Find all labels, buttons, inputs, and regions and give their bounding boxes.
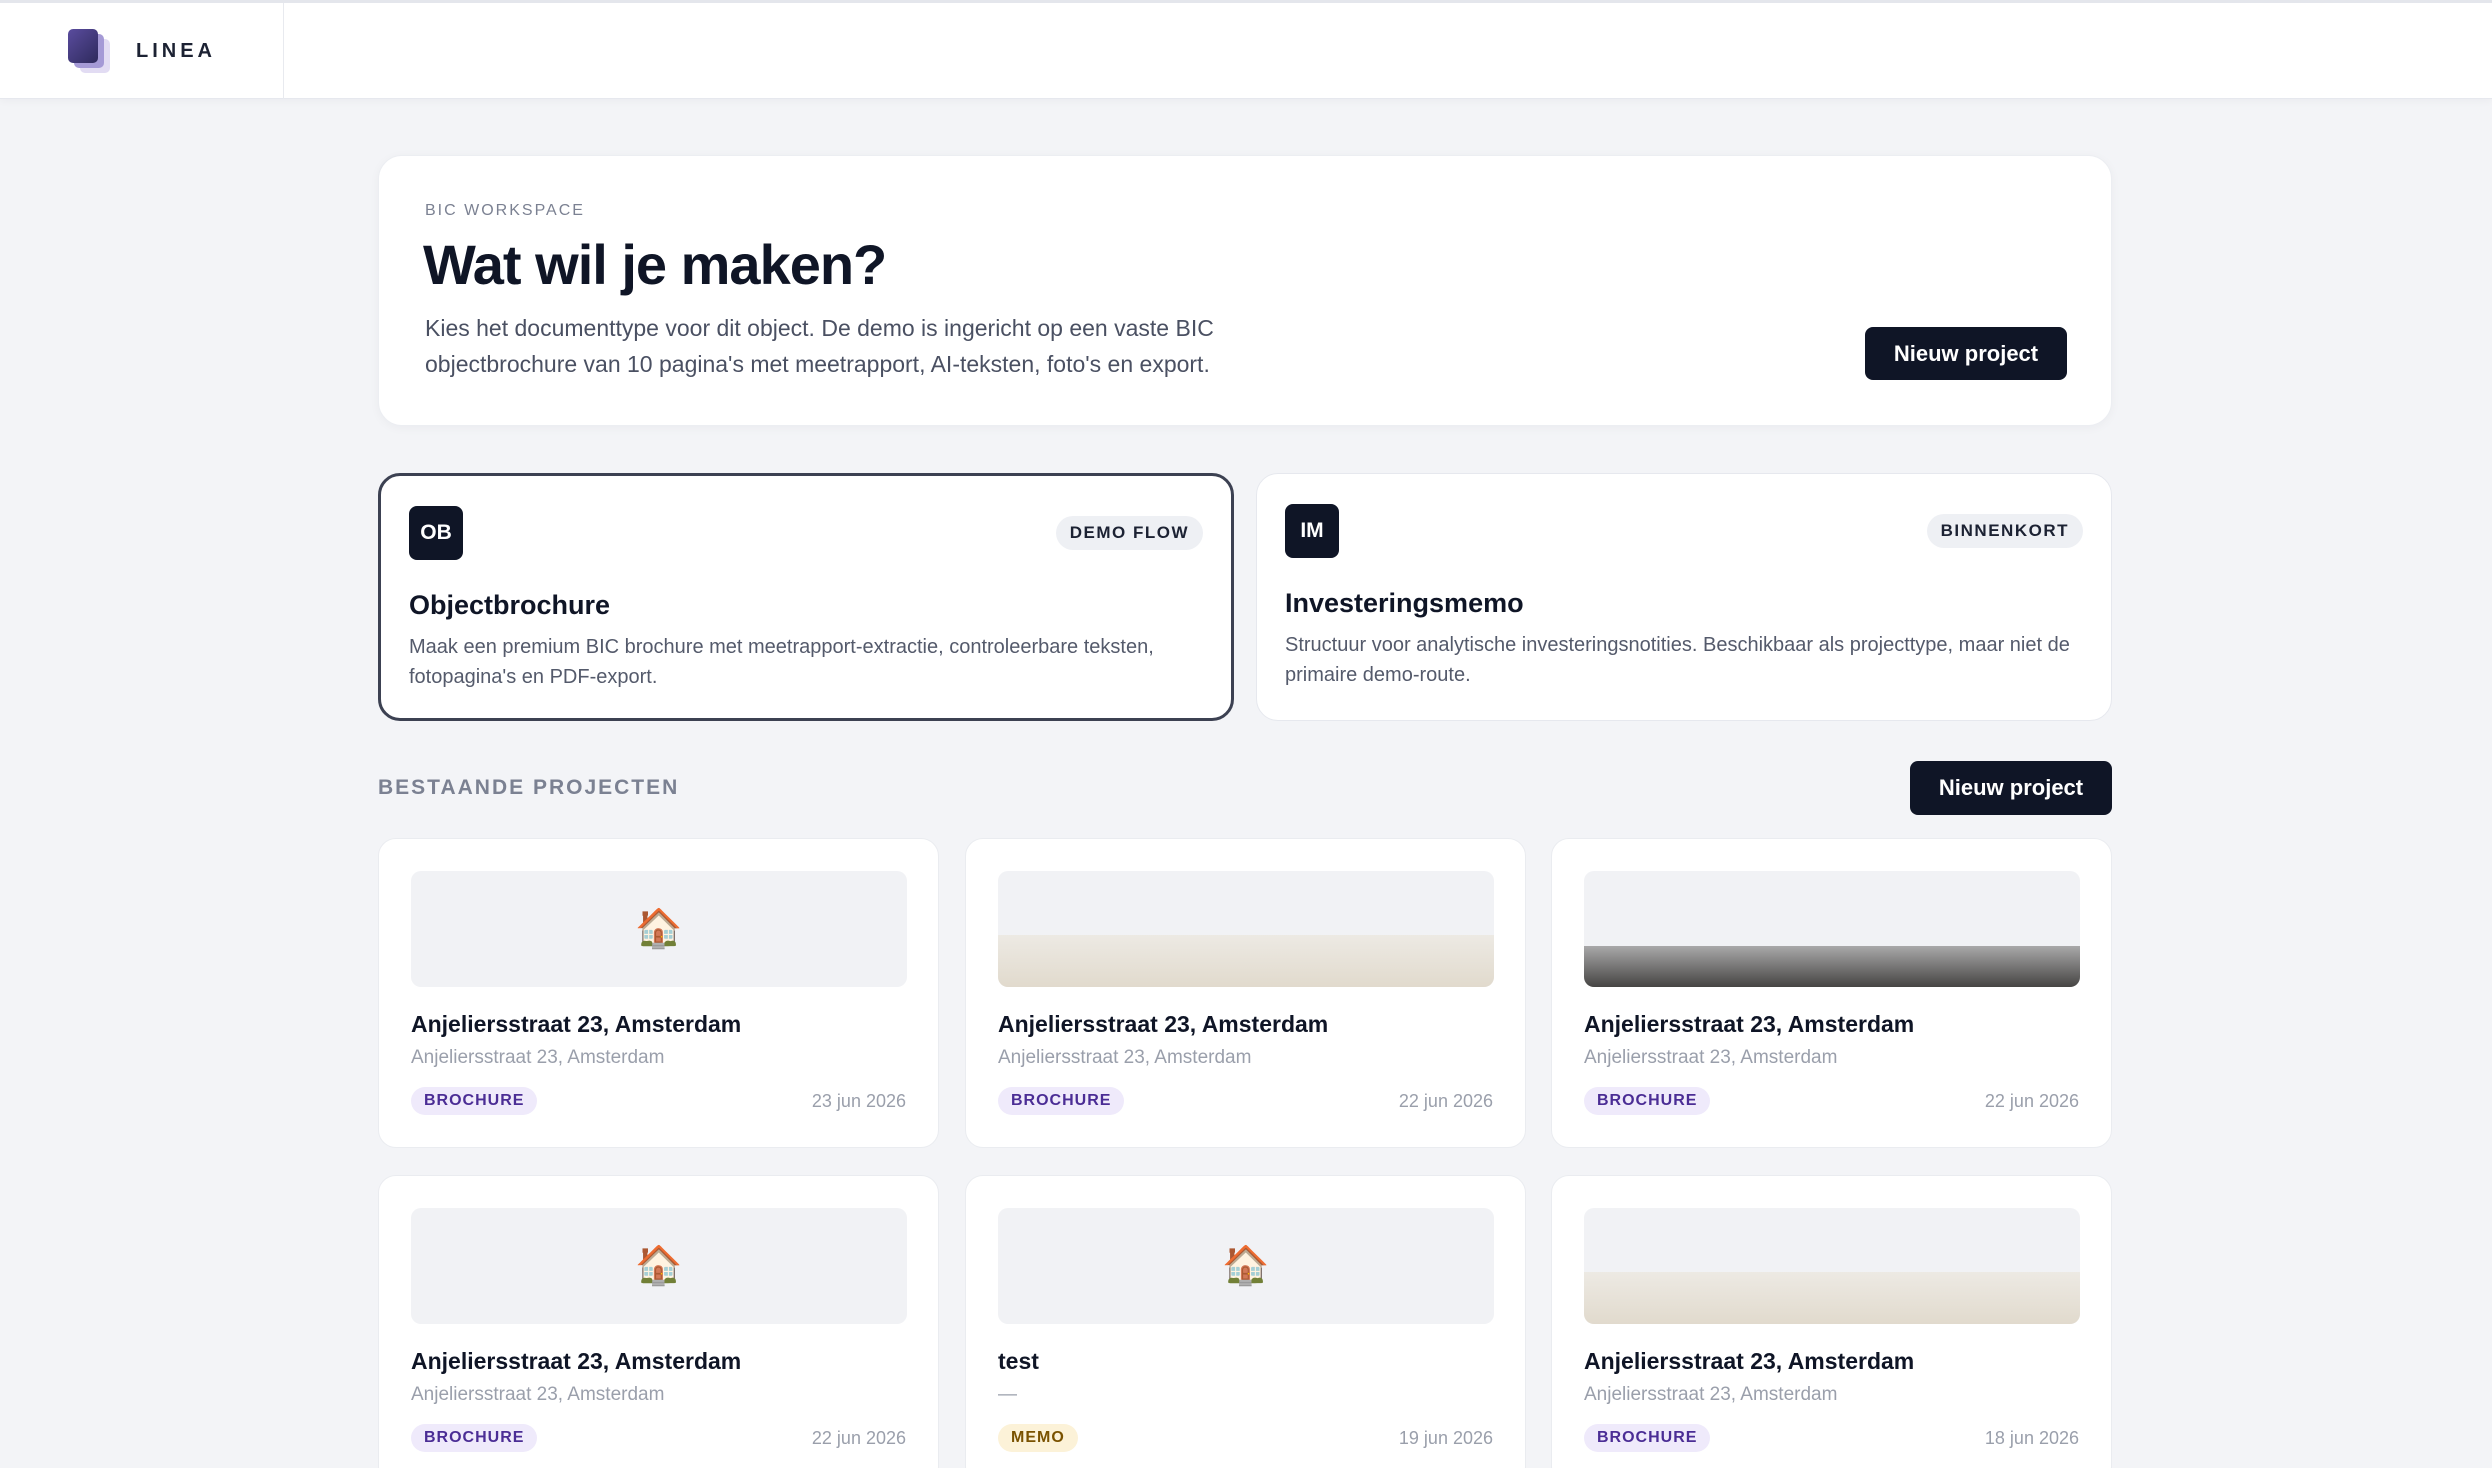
type-title: Objectbrochure (409, 590, 611, 620)
project-title: Anjeliersstraat 23, Amsterdam (1584, 1348, 1915, 1374)
project-address: Anjeliersstraat 23, Amsterdam (411, 1384, 665, 1405)
type-description: Maak een premium BIC brochure met meetra… (409, 636, 1154, 688)
section-title: BESTAANDE PROJECTEN (378, 776, 680, 799)
project-title: Anjeliersstraat 23, Amsterdam (411, 1011, 742, 1037)
type-badge: BINNENKORT (1926, 514, 2083, 548)
project-date: 22 jun 2026 (1984, 1091, 2079, 1111)
new-project-button-secondary[interactable]: Nieuw project (1910, 761, 2112, 815)
top-bar: LINEA (0, 0, 2492, 99)
page-title: Wat wil je maken? (423, 233, 887, 296)
project-card[interactable]: 🏠 Anjeliersstraat 23, Amsterdam Anjelier… (378, 838, 939, 1148)
project-title: Anjeliersstraat 23, Amsterdam (998, 1011, 1329, 1037)
project-card[interactable]: Anjeliersstraat 23, Amsterdam Anjelierss… (1551, 838, 2112, 1148)
workspace-label: BIC WORKSPACE (425, 202, 585, 219)
project-card[interactable]: Anjeliersstraat 23, Amsterdam Anjelierss… (1551, 1175, 2112, 1468)
project-date: 18 jun 2026 (1984, 1428, 2079, 1448)
type-card-objectbrochure[interactable]: OB DEMO FLOW Objectbrochure Maak een pre… (378, 473, 1234, 721)
type-description: Structuur voor analytische investeringsn… (1285, 634, 2070, 686)
brand-name: LINEA (136, 39, 216, 62)
project-date: 23 jun 2026 (811, 1091, 906, 1111)
project-title: Anjeliersstraat 23, Amsterdam (1584, 1011, 1915, 1037)
project-thumbnail: 🏠 (411, 1208, 907, 1324)
project-address: Anjeliersstraat 23, Amsterdam (998, 1047, 1252, 1068)
project-card[interactable]: 🏠 Anjeliersstraat 23, Amsterdam Anjelier… (378, 1175, 939, 1468)
project-thumbnail (1584, 871, 2080, 987)
hero-card: BIC WORKSPACE Wat wil je maken? Kies het… (378, 155, 2112, 426)
project-address: Anjeliersstraat 23, Amsterdam (1584, 1047, 1838, 1068)
brand[interactable]: LINEA (0, 3, 284, 99)
project-address: Anjeliersstraat 23, Amsterdam (411, 1047, 665, 1068)
project-address: — (998, 1384, 1017, 1405)
type-abbr: IM (1285, 504, 1339, 558)
house-icon: 🏠 (635, 1245, 683, 1287)
type-card-investeringsmemo[interactable]: IM BINNENKORT Investeringsmemo Structuur… (1256, 473, 2112, 721)
project-type-badge: BROCHURE (998, 1087, 1125, 1115)
project-date: 22 jun 2026 (1398, 1091, 1493, 1111)
project-type-badge: MEMO (998, 1424, 1078, 1452)
project-type-badge: BROCHURE (411, 1087, 538, 1115)
project-card[interactable]: 🏠 test — MEMO 19 jun 2026 (965, 1175, 1526, 1468)
project-thumbnail: 🏠 (411, 871, 907, 987)
project-date: 19 jun 2026 (1398, 1428, 1493, 1448)
type-abbr: OB (409, 506, 463, 560)
project-card[interactable]: Anjeliersstraat 23, Amsterdam Anjelierss… (965, 838, 1526, 1148)
type-badge: DEMO FLOW (1055, 516, 1203, 550)
hero-description: Kies het documenttype voor dit object. D… (425, 315, 1214, 377)
project-type-badge: BROCHURE (411, 1424, 538, 1452)
project-date: 22 jun 2026 (811, 1428, 906, 1448)
project-title: test (998, 1348, 1039, 1374)
project-type-badge: BROCHURE (1584, 1424, 1711, 1452)
project-thumbnail (998, 871, 1494, 987)
project-thumbnail (1584, 1208, 2080, 1324)
new-project-button[interactable]: Nieuw project (1865, 327, 2067, 380)
house-icon: 🏠 (635, 908, 683, 950)
project-title: Anjeliersstraat 23, Amsterdam (411, 1348, 742, 1374)
house-icon: 🏠 (1222, 1245, 1270, 1287)
project-type-badge: BROCHURE (1584, 1087, 1711, 1115)
project-thumbnail: 🏠 (998, 1208, 1494, 1324)
project-address: Anjeliersstraat 23, Amsterdam (1584, 1384, 1838, 1405)
type-title: Investeringsmemo (1285, 588, 1524, 618)
logo-icon (68, 29, 118, 73)
